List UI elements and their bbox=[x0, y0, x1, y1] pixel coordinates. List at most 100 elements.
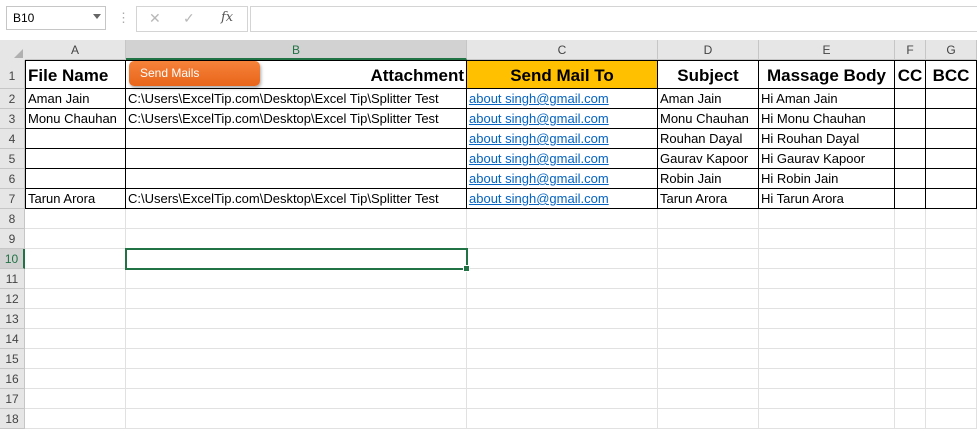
empty-cell[interactable] bbox=[25, 249, 126, 269]
empty-cell[interactable] bbox=[658, 229, 759, 249]
row-header-18[interactable]: 18 bbox=[0, 409, 25, 429]
bcc-cell[interactable] bbox=[926, 189, 977, 209]
subject-cell[interactable]: Rouhan Dayal bbox=[658, 129, 759, 149]
empty-cell[interactable] bbox=[126, 329, 467, 349]
row-header-17[interactable]: 17 bbox=[0, 389, 25, 409]
empty-cell[interactable] bbox=[126, 389, 467, 409]
attachment-cell[interactable] bbox=[126, 149, 467, 169]
column-header-b[interactable]: B bbox=[126, 40, 467, 60]
empty-cell[interactable] bbox=[895, 249, 926, 269]
file-name-cell[interactable]: Aman Jain bbox=[25, 89, 126, 109]
empty-cell[interactable] bbox=[467, 369, 658, 389]
enter-icon[interactable]: ✓ bbox=[183, 10, 195, 27]
empty-cell[interactable] bbox=[759, 289, 895, 309]
attachment-cell[interactable] bbox=[126, 129, 467, 149]
empty-cell[interactable] bbox=[126, 349, 467, 369]
cc-cell[interactable] bbox=[895, 169, 926, 189]
empty-cell[interactable] bbox=[467, 289, 658, 309]
empty-cell[interactable] bbox=[467, 249, 658, 269]
empty-cell[interactable] bbox=[895, 229, 926, 249]
empty-cell[interactable] bbox=[759, 349, 895, 369]
empty-cell[interactable] bbox=[926, 349, 977, 369]
empty-cell[interactable] bbox=[926, 289, 977, 309]
empty-cell[interactable] bbox=[926, 389, 977, 409]
empty-cell[interactable] bbox=[759, 209, 895, 229]
empty-cell[interactable] bbox=[25, 209, 126, 229]
body-cell[interactable]: Hi Rouhan Dayal bbox=[759, 129, 895, 149]
row-header-7[interactable]: 7 bbox=[0, 189, 25, 209]
row-header-8[interactable]: 8 bbox=[0, 209, 25, 229]
row-header-12[interactable]: 12 bbox=[0, 289, 25, 309]
header-send-mail-to[interactable]: Send Mail To bbox=[467, 60, 658, 89]
subject-cell[interactable]: Robin Jain bbox=[658, 169, 759, 189]
chevron-down-icon[interactable] bbox=[93, 14, 101, 19]
bcc-cell[interactable] bbox=[926, 109, 977, 129]
empty-cell[interactable] bbox=[467, 349, 658, 369]
empty-cell[interactable] bbox=[658, 389, 759, 409]
file-name-cell[interactable]: Monu Chauhan bbox=[25, 109, 126, 129]
attachment-cell[interactable]: C:\Users\ExcelTip.com\Desktop\Excel Tip\… bbox=[126, 109, 467, 129]
column-header-c[interactable]: C bbox=[467, 40, 658, 60]
empty-cell[interactable] bbox=[25, 409, 126, 429]
empty-cell[interactable] bbox=[895, 209, 926, 229]
empty-cell[interactable] bbox=[926, 369, 977, 389]
column-header-d[interactable]: D bbox=[658, 40, 759, 60]
empty-cell[interactable] bbox=[895, 369, 926, 389]
body-cell[interactable]: Hi Gaurav Kapoor bbox=[759, 149, 895, 169]
empty-cell[interactable] bbox=[658, 209, 759, 229]
empty-cell[interactable] bbox=[895, 349, 926, 369]
header-file-name[interactable]: File Name bbox=[25, 60, 126, 89]
empty-cell[interactable] bbox=[25, 269, 126, 289]
empty-cell[interactable] bbox=[926, 329, 977, 349]
empty-cell[interactable] bbox=[126, 269, 467, 289]
empty-cell[interactable] bbox=[759, 389, 895, 409]
file-name-cell[interactable]: Tarun Arora bbox=[25, 189, 126, 209]
select-all-button[interactable] bbox=[0, 40, 26, 61]
file-name-cell[interactable] bbox=[25, 169, 126, 189]
empty-cell[interactable] bbox=[895, 269, 926, 289]
empty-cell[interactable] bbox=[467, 269, 658, 289]
row-header-1[interactable]: 1 bbox=[0, 60, 25, 89]
empty-cell[interactable] bbox=[126, 289, 467, 309]
cc-cell[interactable] bbox=[895, 189, 926, 209]
row-header-16[interactable]: 16 bbox=[0, 369, 25, 389]
empty-cell[interactable] bbox=[467, 389, 658, 409]
body-cell[interactable]: Hi Monu Chauhan bbox=[759, 109, 895, 129]
empty-cell[interactable] bbox=[759, 229, 895, 249]
empty-cell[interactable] bbox=[467, 209, 658, 229]
empty-cell[interactable] bbox=[126, 249, 467, 269]
row-header-14[interactable]: 14 bbox=[0, 329, 25, 349]
empty-cell[interactable] bbox=[126, 309, 467, 329]
header-bcc[interactable]: BCC bbox=[926, 60, 977, 89]
empty-cell[interactable] bbox=[658, 249, 759, 269]
empty-cell[interactable] bbox=[467, 409, 658, 429]
empty-cell[interactable] bbox=[126, 209, 467, 229]
bcc-cell[interactable] bbox=[926, 129, 977, 149]
empty-cell[interactable] bbox=[759, 269, 895, 289]
empty-cell[interactable] bbox=[25, 369, 126, 389]
row-header-9[interactable]: 9 bbox=[0, 229, 25, 249]
cc-cell[interactable] bbox=[895, 109, 926, 129]
attachment-cell[interactable]: C:\Users\ExcelTip.com\Desktop\Excel Tip\… bbox=[126, 89, 467, 109]
row-header-2[interactable]: 2 bbox=[0, 89, 25, 109]
empty-cell[interactable] bbox=[926, 249, 977, 269]
empty-cell[interactable] bbox=[759, 329, 895, 349]
empty-cell[interactable] bbox=[467, 229, 658, 249]
formula-input[interactable] bbox=[250, 6, 977, 32]
empty-cell[interactable] bbox=[658, 349, 759, 369]
empty-cell[interactable] bbox=[895, 409, 926, 429]
send-mails-button[interactable]: Send Mails bbox=[129, 61, 260, 86]
subject-cell[interactable]: Aman Jain bbox=[658, 89, 759, 109]
email-link[interactable]: about singh@gmail.com bbox=[467, 109, 658, 129]
empty-cell[interactable] bbox=[126, 369, 467, 389]
attachment-cell[interactable]: C:\Users\ExcelTip.com\Desktop\Excel Tip\… bbox=[126, 189, 467, 209]
empty-cell[interactable] bbox=[895, 289, 926, 309]
empty-cell[interactable] bbox=[658, 409, 759, 429]
insert-function-icon[interactable]: fx bbox=[221, 10, 233, 25]
bcc-cell[interactable] bbox=[926, 89, 977, 109]
row-header-10[interactable]: 10 bbox=[0, 249, 25, 269]
row-header-6[interactable]: 6 bbox=[0, 169, 25, 189]
column-header-a[interactable]: A bbox=[25, 40, 126, 60]
empty-cell[interactable] bbox=[467, 329, 658, 349]
subject-cell[interactable]: Tarun Arora bbox=[658, 189, 759, 209]
